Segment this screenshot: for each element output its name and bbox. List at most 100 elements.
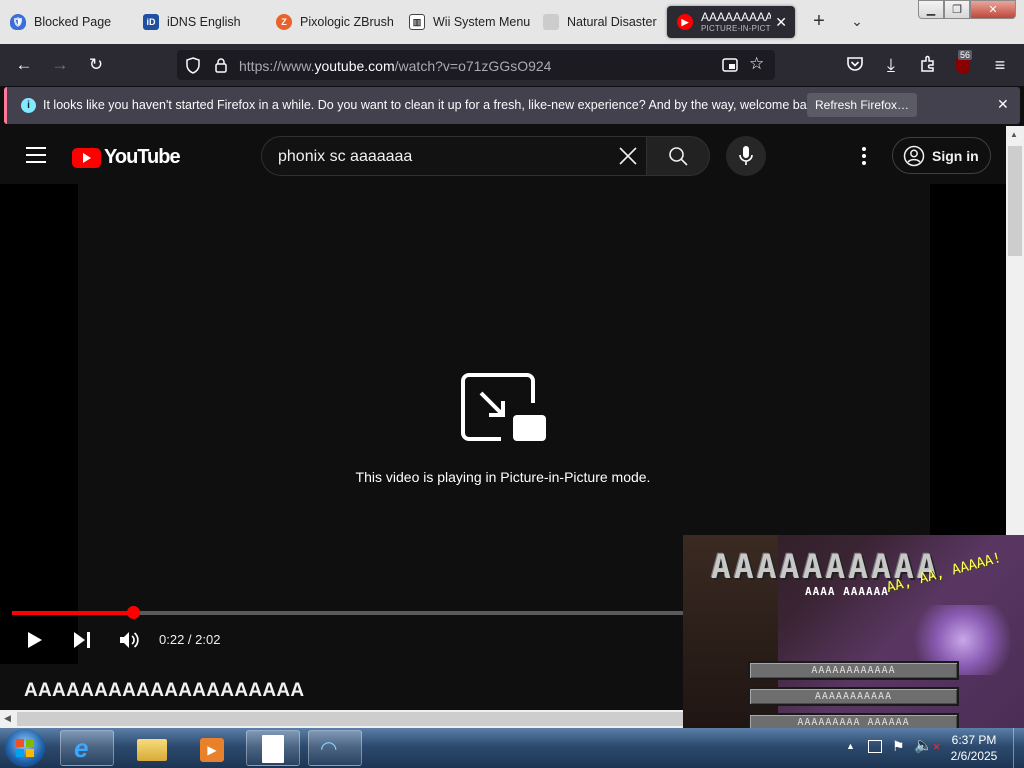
clock-time: 6:37 PM [951, 733, 997, 747]
dolphin-icon: ◠ [320, 738, 338, 760]
youtube-play-logo-icon [72, 147, 101, 168]
lock-icon[interactable] [214, 57, 228, 74]
action-center-icon[interactable] [868, 740, 882, 753]
horizontal-scrollbar-thumb[interactable] [17, 712, 683, 726]
page-icon [543, 14, 559, 30]
tracking-shield-icon[interactable] [185, 57, 201, 74]
pip-menu-button-1: AAAAAAAAAAAA [748, 661, 959, 680]
clear-search-icon[interactable] [619, 147, 637, 165]
system-clock[interactable]: 6:37 PM 2/6/2025 [944, 732, 1004, 764]
tab-blocked-page[interactable]: 🛡 Blocked Page [0, 6, 128, 38]
tab-strip: 🛡 Blocked Page iD iDNS English Z Pixolog… [0, 0, 1024, 44]
folder-icon [137, 739, 167, 761]
pip-toggle-icon[interactable] [722, 58, 738, 72]
taskbar-file-explorer[interactable] [123, 730, 177, 766]
reload-icon[interactable]: ↻ [83, 53, 109, 77]
pip-menu-button-2: AAAAAAAAAAA [748, 687, 959, 706]
tab-youtube-active[interactable]: ▶ AAAAAAAAA PICTURE-IN-PICTURE ✕ [667, 6, 795, 38]
sign-in-button[interactable]: Sign in [892, 137, 991, 174]
shield-icon: 🛡 [10, 14, 26, 30]
extensions-puzzle-icon[interactable] [919, 55, 937, 73]
close-window-button[interactable]: ✕ [970, 0, 1016, 19]
scroll-up-arrow-icon[interactable]: ▲ [1010, 130, 1018, 139]
ublock-extension-icon[interactable]: 56 [953, 50, 973, 75]
tab-title: Pixologic ZBrush [300, 15, 394, 29]
show-hidden-icons-icon[interactable]: ▲ [846, 741, 855, 751]
tab-title: Blocked Page [34, 15, 112, 29]
microphone-icon [739, 146, 753, 165]
pip-video-window[interactable]: AAAAAAAAAA AAAA AAAAAA AA, AA, AAAAA! AA… [683, 535, 1024, 728]
youtube-icon: ▶ [677, 14, 693, 30]
windows-taskbar: e ▶ ◠ ▲ ⚑ 🔈✕ 6:37 PM 2/6/2025 [0, 728, 1024, 768]
volume-icon[interactable] [119, 630, 141, 650]
account-icon [903, 145, 925, 167]
clock-date: 2/6/2025 [950, 749, 998, 763]
taskbar-dolphin-app[interactable]: ◠ [308, 730, 362, 766]
bookmark-star-icon[interactable]: ☆ [749, 54, 764, 74]
back-arrow-icon[interactable]: ← [11, 53, 37, 77]
search-input[interactable]: phonix sc aaaaaaa [261, 136, 647, 176]
document-icon [262, 735, 284, 763]
tab-zbrush[interactable]: Z Pixologic ZBrush [266, 6, 396, 38]
start-button[interactable] [5, 729, 45, 767]
taskbar-internet-explorer[interactable]: e [60, 730, 114, 766]
volume-muted-icon[interactable]: 🔈✕ [914, 738, 940, 755]
scrollbar-thumb[interactable] [1008, 146, 1022, 256]
wii-icon: ▥ [409, 14, 425, 30]
forward-arrow-icon[interactable]: → [47, 53, 73, 77]
internet-explorer-icon: e [74, 733, 89, 763]
settings-more-icon[interactable] [860, 147, 868, 165]
youtube-masthead: YouTube phonix sc aaaaaaa Sign in [0, 126, 1006, 184]
video-title: AAAAAAAAAAAAAAAAAAAA [24, 680, 305, 701]
time-display: 0:22 / 2:02 [159, 632, 221, 647]
minimize-button[interactable]: ▁ [918, 0, 944, 19]
pip-menu-button-3: AAAAAAAAA AAAAAA [748, 713, 959, 728]
tab-title: iDNS English [167, 15, 241, 29]
tab-wii[interactable]: ▥ Wii System Menu [399, 6, 531, 38]
tab-subtitle: PICTURE-IN-PICTURE [701, 24, 771, 33]
progress-bar[interactable] [12, 606, 684, 619]
play-icon[interactable] [27, 631, 43, 649]
guide-menu-icon[interactable] [26, 147, 46, 163]
search-button[interactable] [646, 136, 710, 176]
voice-search-button[interactable] [726, 136, 766, 176]
tab-idns[interactable]: iD iDNS English [133, 6, 263, 38]
tab-title: AAAAAAAAA [701, 11, 771, 24]
close-tab-icon[interactable]: ✕ [775, 14, 787, 31]
horizontal-scrollbar[interactable]: ◀ [0, 710, 683, 728]
extension-badge: 56 [958, 50, 973, 60]
flag-icon[interactable]: ⚑ [892, 739, 905, 753]
progress-played [12, 611, 133, 615]
hamburger-menu-icon[interactable]: ≡ [987, 53, 1013, 77]
scroll-left-arrow-icon[interactable]: ◀ [4, 713, 11, 724]
youtube-wordmark: YouTube [104, 146, 181, 168]
refresh-firefox-button[interactable]: Refresh Firefox… [807, 93, 917, 117]
pocket-icon[interactable] [846, 56, 864, 73]
show-desktop-button[interactable] [1013, 728, 1024, 768]
next-video-icon[interactable] [73, 631, 91, 649]
url-bar[interactable]: https://www.youtube.com/watch?v=o71zGGsO… [177, 50, 775, 80]
tab-natural-disaster[interactable]: Natural Disaster [533, 6, 663, 38]
tab-title: Natural Disaster [567, 15, 657, 29]
close-notification-icon[interactable]: ✕ [997, 96, 1009, 113]
windows-logo-icon [16, 739, 34, 757]
url-text[interactable]: https://www.youtube.com/watch?v=o71zGGsO… [239, 58, 551, 74]
refresh-firefox-notification: i It looks like you haven't started Fire… [4, 87, 1020, 124]
media-player-icon: ▶ [200, 738, 224, 762]
pip-mode-message: This video is playing in Picture-in-Pict… [355, 469, 651, 485]
sign-in-label: Sign in [932, 148, 979, 164]
idns-icon: iD [143, 14, 159, 30]
pip-logo-subtitle: AAAA AAAAAA [805, 585, 889, 598]
search-query[interactable]: phonix sc aaaaaaa [278, 148, 412, 166]
maximize-button[interactable]: ❐ [944, 0, 970, 19]
youtube-logo[interactable]: YouTube [72, 146, 181, 169]
info-icon: i [21, 98, 36, 113]
new-tab-button[interactable]: + [808, 10, 830, 32]
progress-scrubber[interactable] [126, 606, 140, 619]
list-tabs-chevron-icon[interactable]: ⌄ [846, 10, 868, 32]
zbrush-icon: Z [276, 14, 292, 30]
taskbar-media-player[interactable]: ▶ [184, 730, 238, 766]
taskbar-blank-document[interactable] [246, 730, 300, 766]
search-icon [669, 147, 688, 166]
downloads-icon[interactable]: ⤓ [878, 53, 904, 77]
